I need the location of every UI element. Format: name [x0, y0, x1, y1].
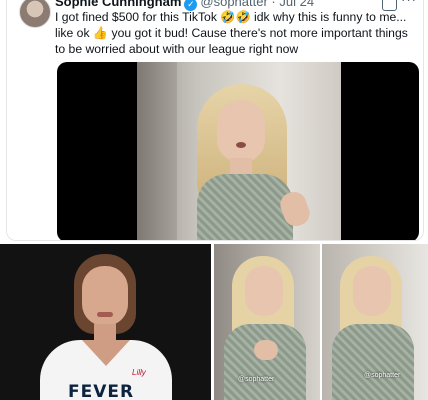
watermark-right: @sophatter [364, 372, 401, 379]
jersey-patch: Lilly [132, 368, 146, 377]
printed-top [332, 324, 414, 400]
tweet-date[interactable]: Jul 24 [279, 0, 314, 9]
face [82, 266, 128, 326]
hand [254, 340, 278, 360]
video-frame [137, 62, 341, 240]
handle[interactable]: @sophatter [200, 0, 267, 9]
tweet-text: I got fined $500 for this TikTok 🤣🤣 idk … [55, 10, 408, 56]
printed-top [197, 174, 293, 240]
mouth [236, 142, 246, 148]
photo-fever-player: FEVER Lilly [0, 244, 211, 400]
jersey-word: FEVER [68, 382, 135, 400]
watermark-left: @sophatter [238, 376, 275, 383]
printed-top [224, 324, 306, 400]
more-options-icon[interactable]: ··· [401, 0, 417, 7]
video-media[interactable] [57, 62, 419, 240]
avatar[interactable] [19, 0, 51, 28]
separator: · [271, 0, 276, 9]
photo-tiktok-still-left: @sophatter [214, 244, 320, 400]
lips [97, 312, 113, 317]
photo-collage: FEVER Lilly @sophatter @sophatter [0, 244, 428, 400]
face [217, 100, 265, 162]
face [245, 266, 283, 316]
display-name[interactable]: Sophie Cunningham [55, 0, 181, 9]
tweet-card[interactable]: Sophie Cunningham✓@sophatter · Jul 24 ··… [6, 0, 424, 241]
door-background [137, 62, 177, 240]
face [353, 266, 391, 316]
photo-tiktok-still-right: @sophatter [322, 244, 428, 400]
